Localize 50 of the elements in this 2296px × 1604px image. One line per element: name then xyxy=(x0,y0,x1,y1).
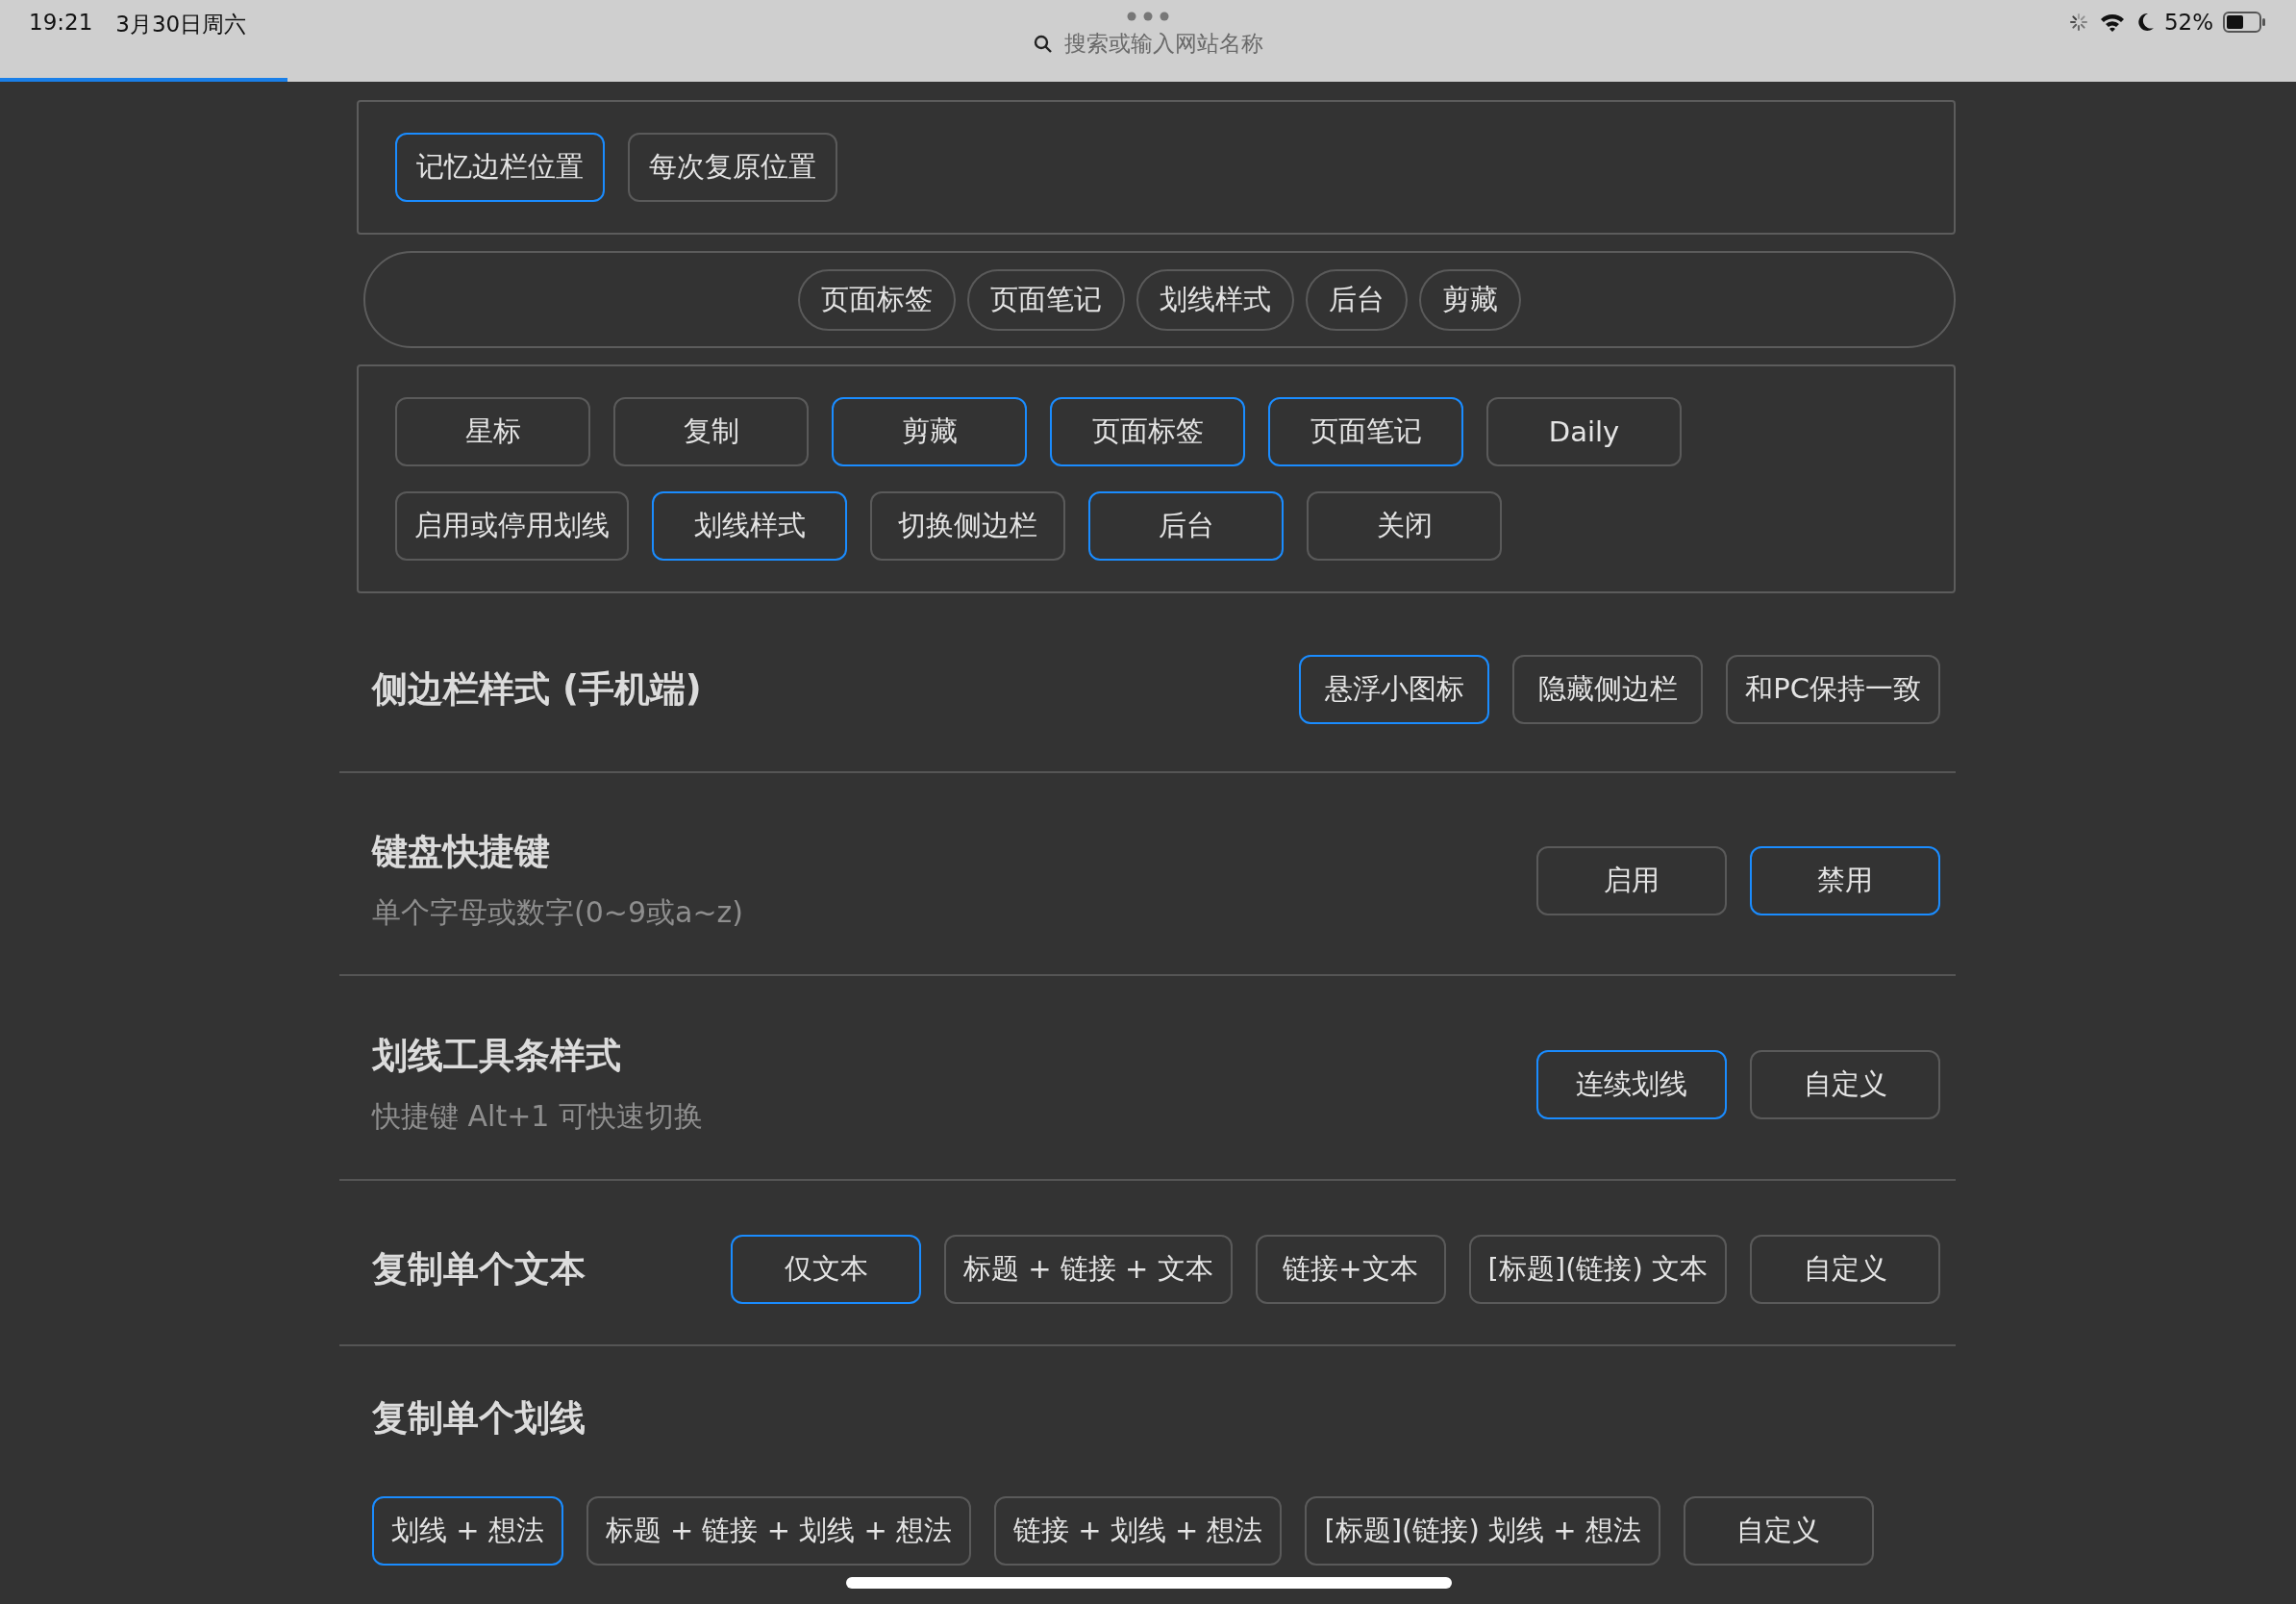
option-button[interactable]: [标题](链接) 文本 xyxy=(1468,1235,1727,1304)
toolbar-option-button[interactable]: 页面笔记 xyxy=(1268,397,1463,466)
battery-percentage: 52% xyxy=(2163,10,2213,35)
option-button[interactable]: 链接 + 划线 + 想法 xyxy=(993,1496,1283,1566)
toolbar-option-button[interactable]: 启用或停用划线 xyxy=(395,491,629,561)
search-placeholder: 搜索或输入网站名称 xyxy=(1063,30,1263,58)
more-dots-icon[interactable] xyxy=(1127,12,1169,21)
option-button[interactable]: 自定义 xyxy=(1750,1049,1940,1119)
setting-title: 划线工具条样式 xyxy=(372,1034,622,1078)
option-button[interactable]: 隐藏侧边栏 xyxy=(1512,654,1704,724)
battery-icon xyxy=(2223,12,2267,33)
tab-chip[interactable]: 后台 xyxy=(1306,268,1408,331)
tab-chip[interactable]: 页面笔记 xyxy=(967,268,1125,331)
option-button[interactable]: 记忆边栏位置 xyxy=(395,133,605,202)
tab-chip[interactable]: 划线样式 xyxy=(1136,268,1294,331)
option-button[interactable]: 悬浮小图标 xyxy=(1299,654,1490,724)
tab-chip[interactable]: 页面标签 xyxy=(798,268,956,331)
toolbar-option-button[interactable]: 后台 xyxy=(1088,491,1284,561)
clock-time: 19:21 xyxy=(29,10,93,37)
setting-title: 侧边栏样式 (手机端) xyxy=(372,666,702,712)
option-button[interactable]: 启用 xyxy=(1536,845,1727,915)
option-button[interactable]: 标题 + 链接 + 划线 + 想法 xyxy=(586,1496,971,1566)
date-text: 3月30日周六 xyxy=(115,11,247,38)
option-button[interactable]: 链接+文本 xyxy=(1255,1235,1446,1304)
setting-description: 单个字母或数字(0~9或a~z) xyxy=(372,894,743,931)
toolbar-option-button[interactable]: 星标 xyxy=(395,397,590,466)
setting-title: 复制单个划线 xyxy=(372,1396,586,1441)
option-button[interactable]: 标题 + 链接 + 文本 xyxy=(944,1235,1233,1304)
toolbar-option-button[interactable]: 划线样式 xyxy=(652,491,847,561)
toolbar-option-button[interactable]: Daily xyxy=(1486,397,1682,466)
option-button[interactable]: 自定义 xyxy=(1683,1496,1874,1566)
tab-chip[interactable]: 剪藏 xyxy=(1419,268,1521,331)
toolbar-option-button[interactable]: 切换侧边栏 xyxy=(870,491,1065,561)
setting-description: 快捷键 Alt+1 可快速切换 xyxy=(372,1098,703,1135)
setting-title: 键盘快捷键 xyxy=(372,830,551,874)
toolbar-option-button[interactable]: 关闭 xyxy=(1307,491,1502,561)
loading-spinner-icon xyxy=(2067,12,2089,33)
setting-title: 复制单个文本 xyxy=(372,1247,586,1291)
toolbar-option-button[interactable]: 剪藏 xyxy=(832,397,1027,466)
option-button[interactable]: 划线 + 想法 xyxy=(372,1496,563,1566)
option-button[interactable]: 和PC保持一致 xyxy=(1726,654,1940,724)
option-button[interactable]: 每次复原位置 xyxy=(628,133,837,202)
toolbar-option-button[interactable]: 复制 xyxy=(613,397,809,466)
option-button[interactable]: 禁用 xyxy=(1750,845,1940,915)
search-icon xyxy=(1033,34,1053,54)
toolbar-option-button[interactable]: 页面标签 xyxy=(1050,397,1245,466)
option-button[interactable]: 仅文本 xyxy=(731,1235,922,1304)
option-button[interactable]: 自定义 xyxy=(1750,1235,1940,1304)
option-button[interactable]: [标题](链接) 划线 + 想法 xyxy=(1305,1496,1660,1566)
option-button[interactable]: 连续划线 xyxy=(1536,1049,1727,1119)
